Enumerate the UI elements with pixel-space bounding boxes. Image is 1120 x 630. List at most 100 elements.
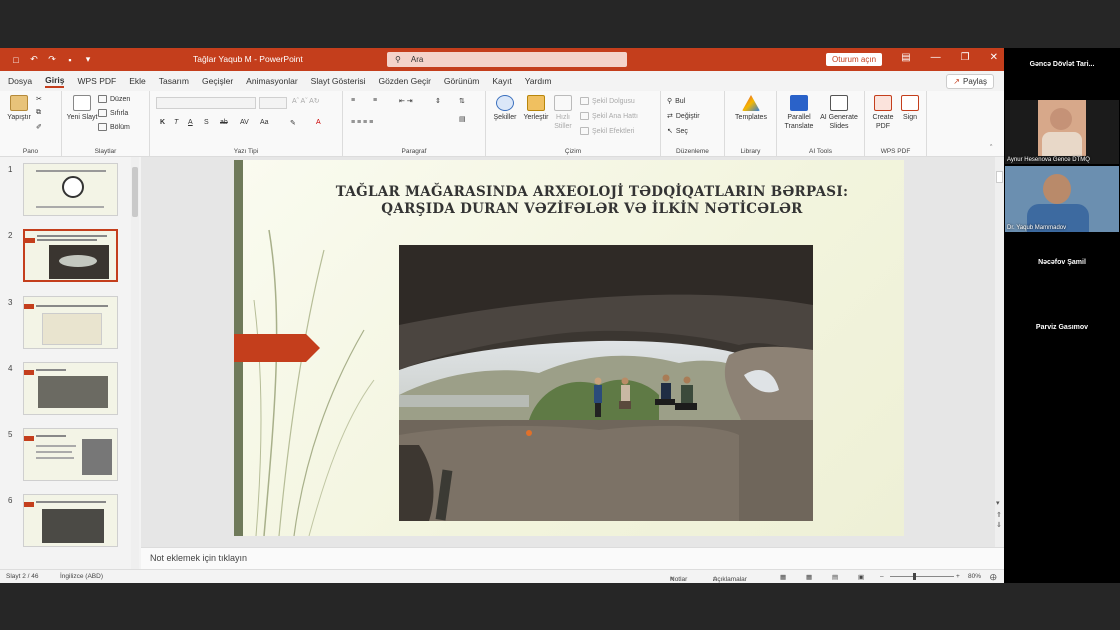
select-button[interactable]: ↖ Seç (667, 127, 688, 136)
slide-title[interactable]: TAĞLAR MAĞARASINDA ARXEOLOJİ TƏDQİQATLAR… (292, 184, 892, 218)
zoom-in-button[interactable]: + (956, 573, 960, 580)
reset-button[interactable]: Sıfırla (98, 109, 128, 117)
zoom-slider[interactable] (890, 576, 954, 577)
templates-button[interactable]: Templates (729, 95, 773, 122)
arrange-button[interactable]: Yerleştir (520, 95, 552, 122)
participant-video-1[interactable]: Aynur Hesenova Gence DTMQ (1005, 100, 1119, 164)
slide-thumbnail-2[interactable] (23, 229, 118, 282)
ribbon-display-icon[interactable]: ▤ (901, 52, 910, 63)
minimize-button[interactable]: — (931, 52, 941, 63)
scroll-down-icon[interactable]: ▾ (996, 499, 1000, 507)
close-button[interactable]: ✕ (990, 52, 998, 63)
undo-icon[interactable]: ↶ (28, 54, 40, 66)
reading-view-icon[interactable]: ▤ (832, 573, 838, 581)
thumb-photo (42, 509, 104, 543)
thumb-map (42, 313, 102, 345)
tab-gecisler[interactable]: Geçişler (202, 76, 233, 86)
cut-icon[interactable]: ✂ (36, 95, 42, 103)
shape-effects-button[interactable]: Şekil Efektleri (580, 127, 634, 135)
search-box[interactable]: ⚲ Ara (387, 52, 627, 67)
italic-button[interactable]: T (174, 119, 178, 126)
tab-dosya[interactable]: Dosya (8, 76, 32, 86)
underline-button[interactable]: A (188, 119, 193, 126)
notes-pane[interactable]: Not eklemek için tıklayın (141, 547, 1004, 569)
thumbnail-scrollbar[interactable] (131, 157, 139, 569)
numbering-icon[interactable]: ≡ (373, 97, 377, 104)
format-painter-icon[interactable]: ✐ (36, 123, 42, 131)
slide-thumbnail-6[interactable] (23, 494, 118, 547)
create-pdf-button[interactable]: Create PDF (869, 95, 897, 131)
align-text-icon[interactable]: ▤ (459, 115, 466, 123)
share-button[interactable]: ↗ Paylaş (946, 74, 994, 89)
customize-dropdown-icon[interactable]: ▾ (82, 54, 94, 66)
ribbon: Yapıştır ✂ ⧉ ✐ Pano Yeni Slayt Düzen Sıf… (0, 91, 1004, 157)
shape-fill-button[interactable]: Şekil Dolgusu (580, 97, 635, 105)
shapes-button[interactable]: Şekiller (488, 95, 522, 122)
tab-gozden-gecir[interactable]: Gözden Geçir (378, 76, 430, 86)
find-button[interactable]: ⚲ Bul (667, 97, 685, 106)
prev-slide-icon[interactable]: ⇑ (996, 511, 1002, 519)
signin-button[interactable]: Oturum açın (826, 53, 883, 66)
parallel-translate-button[interactable]: Parallel Translate (781, 95, 817, 131)
spacing-button[interactable]: AV (240, 119, 249, 126)
cave-photo[interactable] (399, 245, 813, 521)
zoom-out-button[interactable]: – (880, 573, 884, 580)
new-slide-button[interactable]: Yeni Slayt (66, 95, 98, 122)
shape-outline-button[interactable]: Şekil Ana Hattı (580, 112, 638, 120)
tab-giris[interactable]: Giriş (45, 75, 65, 88)
slide-sorter-icon[interactable]: ▦ (806, 573, 812, 581)
next-slide-icon[interactable]: ⇓ (996, 521, 1002, 529)
bold-button[interactable]: K (160, 119, 165, 126)
slide-thumbnail-1[interactable] (23, 163, 118, 216)
editor-scrollbar[interactable]: ▾ ⇑ ⇓ (995, 157, 1004, 547)
thumb-number: 6 (8, 496, 13, 505)
bullets-icon[interactable]: ≡ (351, 97, 355, 104)
align-icons[interactable]: ≡ ≡ ≡ ≡ (351, 119, 373, 126)
shadow-button[interactable]: S (204, 119, 209, 126)
quick-styles-button[interactable]: Hızlı Stiller (550, 95, 576, 131)
line-spacing-icon[interactable]: ⇕ (435, 97, 441, 105)
slide-thumbnail-4[interactable] (23, 362, 118, 415)
tab-animasyonlar[interactable]: Animasyonlar (246, 76, 298, 86)
slide-thumbnail-5[interactable] (23, 428, 118, 481)
fit-slide-icon[interactable]: ⨁ (990, 573, 997, 581)
font-color-icon[interactable]: A (316, 119, 321, 126)
tab-kayit[interactable]: Kayıt (492, 76, 511, 86)
paste-button[interactable]: Yapıştır (4, 95, 34, 122)
language-status[interactable]: İngilizce (ABD) (60, 573, 103, 580)
tab-yardim[interactable]: Yardım (525, 76, 552, 86)
text-direction-icon[interactable]: ⇅ (459, 97, 465, 105)
tab-ekle[interactable]: Ekle (129, 76, 146, 86)
indent-icons[interactable]: ⇤ ⇥ (399, 97, 413, 105)
case-button[interactable]: Aa (260, 119, 269, 126)
present-icon[interactable]: ▪ (64, 54, 76, 66)
font-size-buttons[interactable]: Aˆ Aˇ A↻ (292, 97, 320, 105)
layout-button[interactable]: Düzen (98, 95, 130, 103)
normal-view-icon[interactable]: ▦ (780, 573, 786, 581)
font-name-select[interactable] (156, 97, 256, 109)
current-slide[interactable]: TAĞLAR MAĞARASINDA ARXEOLOJİ TƏDQİQATLAR… (234, 160, 904, 536)
section-button[interactable]: Bölüm (98, 123, 130, 131)
tab-wps-pdf[interactable]: WPS PDF (77, 76, 116, 86)
tab-gorunum[interactable]: Görünüm (444, 76, 479, 86)
zoom-slider-thumb[interactable] (913, 573, 916, 580)
strikethrough-button[interactable]: ab (220, 119, 228, 126)
font-size-select[interactable] (259, 97, 287, 109)
slide-thumbnail-3[interactable] (23, 296, 118, 349)
tab-tasarim[interactable]: Tasarım (159, 76, 189, 86)
redo-icon[interactable]: ↷ (46, 54, 58, 66)
tab-slayt-gosterisi[interactable]: Slayt Gösterisi (311, 76, 366, 86)
save-icon[interactable]: □ (10, 54, 22, 66)
zoom-level[interactable]: 80% (968, 573, 981, 580)
restore-button[interactable]: ❐ (961, 52, 970, 63)
replace-icon: ⇄ (667, 113, 673, 120)
ai-generate-button[interactable]: AI Generate Slides (817, 95, 861, 131)
scrollbar-thumb[interactable] (132, 167, 138, 217)
copy-icon[interactable]: ⧉ (36, 109, 41, 117)
collapse-ribbon-icon[interactable]: ˆ (990, 145, 992, 152)
highlight-icon[interactable]: ✎ (290, 119, 296, 127)
replace-button[interactable]: ⇄ Değiştir (667, 112, 700, 121)
sign-button[interactable]: Sign (897, 95, 923, 122)
participant-video-2[interactable]: Dr. Yaqub Mammadov (1005, 166, 1119, 232)
slideshow-icon[interactable]: ▣ (858, 573, 864, 581)
